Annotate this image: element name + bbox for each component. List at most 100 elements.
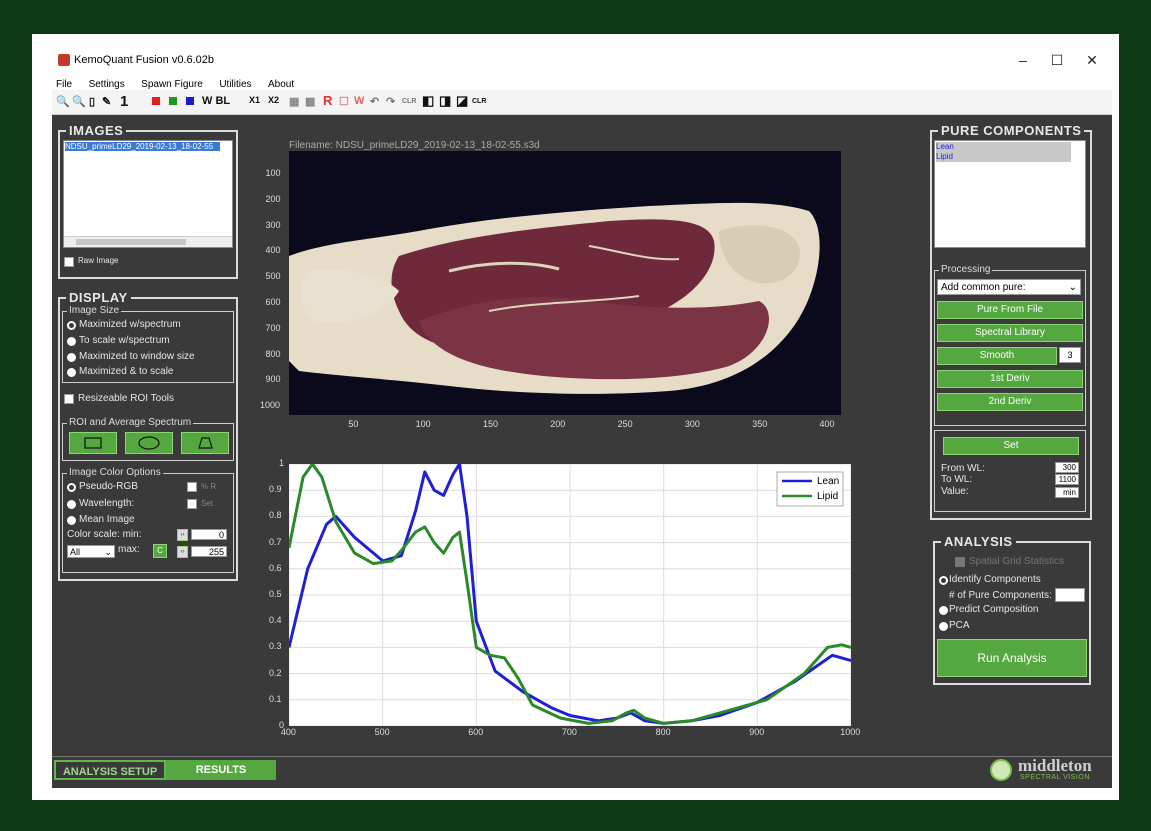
max-stepper[interactable]: ‹›	[177, 546, 188, 558]
menu-about[interactable]: About	[268, 79, 294, 90]
to-wl-field[interactable]: 1100	[1055, 474, 1079, 485]
app-icon	[58, 54, 70, 66]
close-button[interactable]: ✕	[1077, 52, 1107, 69]
rectangle-roi-button[interactable]	[69, 432, 117, 454]
r-button[interactable]: R	[323, 93, 332, 108]
ellipse-icon	[138, 436, 160, 450]
x1-button[interactable]: X1	[249, 95, 260, 109]
radio-to-scale[interactable]	[67, 337, 76, 346]
polygon-roi-button[interactable]	[181, 432, 229, 454]
image-color-title: Image Color Options	[67, 467, 163, 478]
plot-y-tick: 0.4	[269, 615, 282, 626]
undo-icon[interactable]: ↶	[370, 95, 379, 109]
minimize-button[interactable]: –	[1008, 52, 1038, 68]
radio-maximized-window[interactable]	[67, 353, 76, 362]
plot-x-tick: 1000	[840, 727, 861, 737]
toolbar-one[interactable]: 1	[120, 93, 128, 110]
set-checkbox[interactable]	[187, 499, 197, 509]
display-title: DISPLAY	[66, 290, 131, 305]
pure-list[interactable]: Lean Lipid	[934, 140, 1086, 248]
images-title: IMAGES	[66, 123, 127, 138]
c-button[interactable]: C	[153, 544, 167, 558]
radio-pca[interactable]	[939, 622, 948, 631]
resizeable-roi-checkbox[interactable]	[64, 394, 74, 404]
smooth-value-field[interactable]: 3	[1059, 347, 1081, 363]
red-channel-button[interactable]	[152, 97, 160, 105]
value-field[interactable]: min	[1055, 487, 1079, 498]
tab-divider	[52, 756, 1112, 757]
channel-select[interactable]: All ⌄	[67, 545, 115, 558]
image-color-group: Image Color Options Pseudo-RGB % R Wavel…	[62, 467, 234, 573]
radio-mean-image[interactable]	[67, 516, 76, 525]
plot-y-tick: 0.5	[269, 589, 282, 599]
raw-image-checkbox[interactable]	[64, 257, 74, 267]
pct-r-checkbox[interactable]	[187, 482, 197, 492]
pure-from-file-button[interactable]: Pure From File	[937, 301, 1083, 319]
images-listbox[interactable]: NDSU_primeLD29_2019-02-13_18-02-55	[63, 140, 233, 248]
horizontal-scrollbar[interactable]	[64, 236, 232, 247]
w-button[interactable]: W	[354, 95, 364, 109]
grid-icon[interactable]: ▦	[289, 95, 299, 109]
radio-pseudo-rgb[interactable]	[67, 483, 76, 492]
menu-settings[interactable]: Settings	[89, 79, 125, 90]
image-x-tick: 250	[617, 419, 633, 429]
max-value-field[interactable]: 255	[191, 546, 227, 557]
x2-button[interactable]: X2	[268, 95, 279, 109]
grid-fill-icon[interactable]: ▩	[305, 95, 315, 109]
ellipse-roi-button[interactable]	[125, 432, 173, 454]
smooth-button[interactable]: Smooth	[937, 347, 1057, 365]
legend-label-lean: Lean	[817, 476, 839, 487]
menu-utilities[interactable]: Utilities	[219, 79, 251, 90]
green-channel-button[interactable]	[169, 97, 177, 105]
menu-bar: File Settings Spawn Figure Utilities Abo…	[52, 74, 1112, 90]
radio-maximized-scale[interactable]	[67, 368, 76, 377]
frame-icon-1[interactable]: ◧	[422, 93, 434, 108]
num-pure-field[interactable]	[1055, 588, 1085, 602]
spectrum-plot[interactable]: Lean Lipid	[287, 462, 852, 727]
plot-x-tick: 500	[374, 727, 390, 737]
clr-button-1[interactable]: CLR	[402, 98, 416, 112]
logo-swirl-icon	[990, 759, 1012, 781]
image-list-item[interactable]: NDSU_primeLD29_2019-02-13_18-02-55	[65, 142, 220, 151]
radio-wavelength[interactable]	[67, 500, 76, 509]
frame-icon-3[interactable]: ◪	[456, 93, 468, 108]
pure-item-lean[interactable]: Lean	[936, 142, 1071, 152]
pure-item-lipid[interactable]: Lipid	[936, 152, 1071, 162]
spectral-image[interactable]	[289, 151, 841, 415]
set-button[interactable]: Set	[943, 437, 1079, 455]
page-icon[interactable]: ▯	[89, 95, 95, 109]
redo-icon[interactable]: ↷	[386, 95, 395, 109]
add-common-pure-select[interactable]: Add common pure: ⌄	[937, 279, 1081, 295]
image-x-tick: 50	[348, 419, 359, 429]
run-analysis-button[interactable]: Run Analysis	[937, 639, 1087, 677]
image-size-group: Image Size Maximized w/spectrum To scale…	[62, 305, 234, 383]
zoom-out-icon[interactable]: 🔍	[72, 95, 86, 109]
tab-results[interactable]: RESULTS	[166, 760, 276, 780]
scrollbar-thumb[interactable]	[76, 239, 186, 245]
maximize-button[interactable]: ☐	[1042, 52, 1072, 69]
spectral-library-button[interactable]: Spectral Library	[937, 324, 1083, 342]
analysis-panel: ANALYSIS Spatial Grid Statistics Identif…	[933, 534, 1091, 685]
tab-analysis-setup[interactable]: ANALYSIS SETUP	[54, 760, 166, 780]
spatial-grid-checkbox[interactable]	[955, 557, 965, 567]
r-outline-icon[interactable]: ☐	[339, 95, 349, 109]
radio-predict-composition[interactable]	[939, 606, 948, 615]
radio-maximized-spectrum[interactable]	[67, 321, 76, 330]
first-deriv-button[interactable]: 1st Deriv	[937, 370, 1083, 388]
wbl-button[interactable]: W BL	[202, 95, 230, 109]
menu-spawn-figure[interactable]: Spawn Figure	[141, 79, 203, 90]
toolbar: 🔍 🔍 ▯ ✎ 1 W BL X1 X2 ▦ ▩ R ☐ W ↶ ↷ CLR ◧…	[52, 90, 1112, 115]
image-y-tick: 600	[265, 297, 281, 307]
clr-button-2[interactable]: CLR	[472, 98, 486, 112]
blue-channel-button[interactable]	[186, 97, 194, 105]
min-value-field[interactable]: 0	[191, 529, 227, 540]
from-wl-field[interactable]: 300	[1055, 462, 1079, 473]
frame-icon-2[interactable]: ◨	[439, 93, 451, 108]
images-panel: IMAGES NDSU_primeLD29_2019-02-13_18-02-5…	[58, 123, 238, 279]
min-stepper[interactable]: ‹›	[177, 529, 188, 541]
data-cursor-icon[interactable]: ✎	[102, 95, 111, 109]
menu-file[interactable]: File	[56, 79, 72, 90]
second-deriv-button[interactable]: 2nd Deriv	[937, 393, 1083, 411]
zoom-in-icon[interactable]: 🔍	[56, 95, 70, 109]
radio-identify-components[interactable]	[939, 576, 948, 585]
